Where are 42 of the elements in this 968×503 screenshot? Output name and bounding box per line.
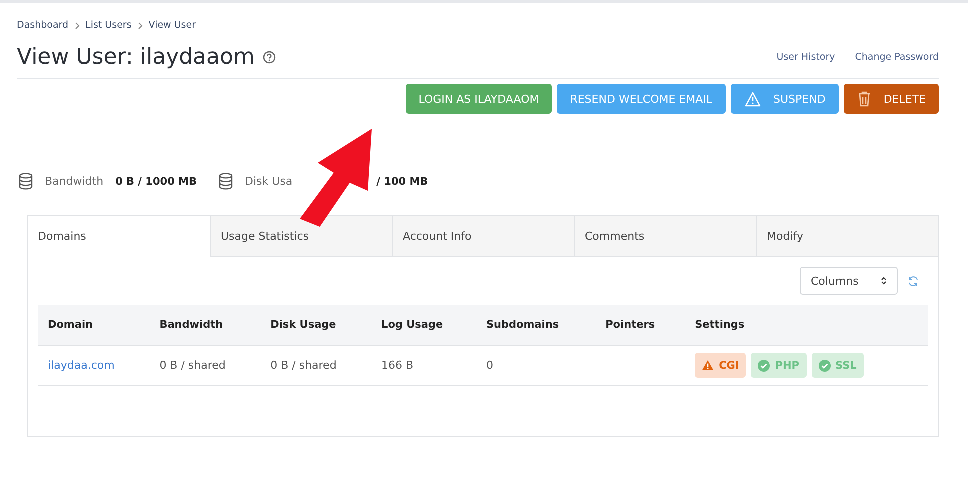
database-icon [19,173,33,190]
action-button[interactable]: DELETE [844,84,939,114]
tab[interactable]: Account Info [392,216,574,257]
chevron-icon [138,22,143,30]
warning-icon [702,360,714,371]
columns-select[interactable]: Columns [800,267,898,295]
header-link[interactable]: User History [776,52,836,63]
check-circle-icon [818,360,831,372]
usage-value: / 100 MB [376,176,428,188]
chevron-icon [74,22,80,30]
setting-badge: PHP [751,353,807,378]
warning-icon [744,92,761,106]
trash-icon [858,91,871,107]
tab[interactable]: Usage Statistics [210,216,392,257]
usage-label: Bandwidth [45,175,104,188]
column-header: Pointers [596,305,686,346]
table-cell: 166 B [372,346,476,386]
column-header: Settings [685,305,928,346]
column-header: Subdomains [476,305,596,346]
usage-value: 0 B / 1000 MB [116,176,198,188]
tab[interactable]: Comments [574,216,756,257]
column-header: Log Usage [372,305,476,346]
table-cell: 0 B / shared [150,346,261,386]
sort-caret-icon [881,276,887,286]
database-icon [219,173,234,190]
breadcrumb-link[interactable]: List Users [86,20,132,31]
check-circle-icon [758,360,770,372]
usage-label: Disk Usa [245,175,293,188]
table-cell: 0 B / shared [260,346,372,386]
breadcrumb-link[interactable]: Dashboard [17,20,69,31]
header-link[interactable]: Change Password [855,52,939,63]
page-title: View User: ilaydaaom [17,45,255,70]
tab[interactable]: Modify [756,216,938,257]
column-header: Disk Usage [260,305,372,346]
column-header: Domain [38,305,150,346]
table-cell: 0 [476,346,596,386]
domain-link[interactable]: ilaydaa.com [48,359,115,372]
help-icon[interactable] [262,51,276,64]
breadcrumb-link[interactable]: View User [148,20,196,31]
setting-badge: CGI [695,353,746,378]
setting-badge: SSL [812,353,864,378]
column-header: Bandwidth [150,305,261,346]
